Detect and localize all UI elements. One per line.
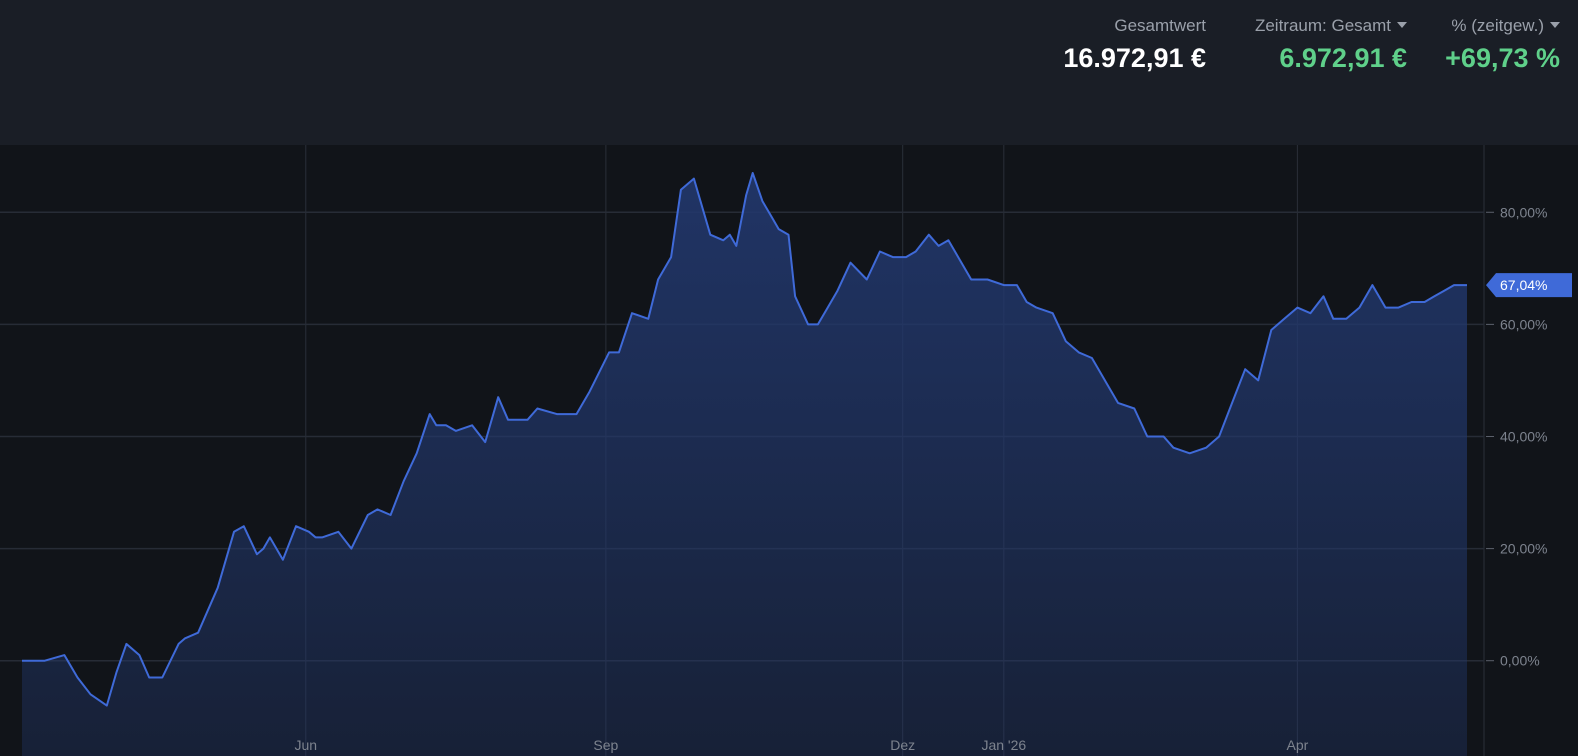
period-value: 6.972,91 € bbox=[1279, 43, 1407, 73]
period-dropdown-label: Zeitraum: Gesamt bbox=[1254, 16, 1391, 35]
y-tick-label: 0,00% bbox=[1500, 653, 1540, 669]
total-value-metric: Gesamtwert 16.972,91 € bbox=[1063, 14, 1206, 76]
performance-area bbox=[22, 173, 1467, 756]
header: Gesamtwert 16.972,91 € Zeitraum: Gesamt … bbox=[0, 0, 1578, 145]
y-tick-label: 20,00% bbox=[1500, 541, 1547, 557]
x-tick-label: Jan '26 bbox=[981, 737, 1026, 753]
percent-mode-label: % (zeitgew.) bbox=[1451, 16, 1544, 35]
current-value-layer: 67,04% bbox=[1486, 273, 1572, 298]
period-dropdown[interactable]: Zeitraum: Gesamt bbox=[1255, 14, 1407, 38]
y-tick-label: 60,00% bbox=[1500, 316, 1547, 332]
period-metric: Zeitraum: Gesamt 6.972,91 € bbox=[1255, 14, 1407, 76]
percent-metric: % (zeitgew.) +69,73 % bbox=[1445, 14, 1560, 76]
x-tick-label: Apr bbox=[1286, 737, 1308, 753]
y-tick-label: 40,00% bbox=[1500, 428, 1547, 444]
x-tick-label: Sep bbox=[593, 737, 618, 753]
percent-value: +69,73 % bbox=[1445, 43, 1560, 73]
total-value: 16.972,91 € bbox=[1063, 43, 1206, 73]
percent-mode-dropdown[interactable]: % (zeitgew.) bbox=[1445, 14, 1560, 38]
x-tick-label: Dez bbox=[890, 737, 915, 753]
series-layer bbox=[22, 172, 1467, 756]
chevron-down-icon bbox=[1397, 21, 1407, 28]
x-tick-label: Jun bbox=[294, 737, 317, 753]
current-value-label: 67,04% bbox=[1500, 277, 1547, 293]
chevron-down-icon bbox=[1550, 21, 1560, 28]
performance-chart[interactable]: 0,00% 20,00% 40,00% 60,00% 80,00% Jun Sep Dez J… bbox=[0, 145, 1578, 756]
total-value-label: Gesamtwert bbox=[1114, 16, 1206, 35]
y-tick-label: 80,00% bbox=[1500, 204, 1547, 220]
